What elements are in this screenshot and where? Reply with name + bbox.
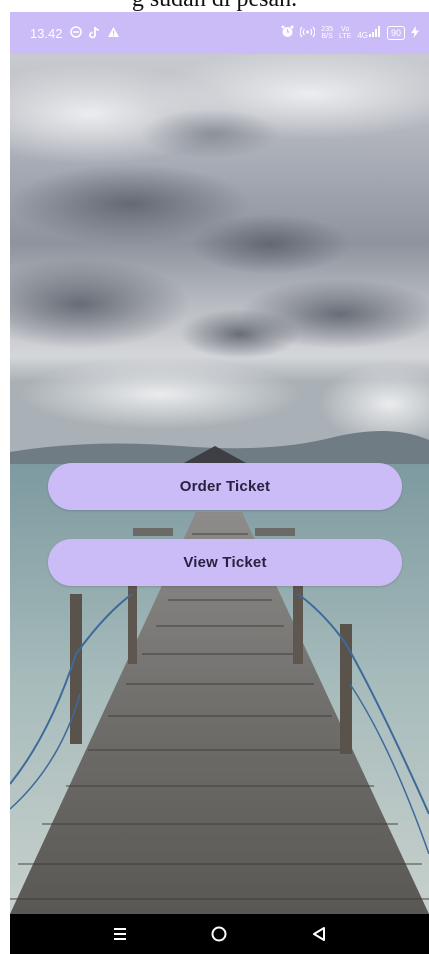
hotspot-icon [300, 26, 316, 41]
home-icon[interactable] [204, 919, 234, 949]
minus-circle-icon [69, 26, 82, 40]
network-type: 4G [357, 26, 381, 40]
battery-indicator: 90 [386, 26, 405, 40]
recents-icon[interactable] [105, 919, 135, 949]
status-bar: 13.42 235 B/S Vo LTE 4G 90 [10, 12, 429, 54]
tiktok-icon [88, 26, 100, 41]
main-content: Order Ticket View Ticket [10, 54, 429, 914]
charging-icon [411, 25, 419, 41]
volte-indicator: Vo LTE [338, 26, 352, 40]
status-left: 13.42 [30, 26, 120, 41]
order-ticket-button[interactable]: Order Ticket [48, 463, 402, 510]
phone-screen: 13.42 235 B/S Vo LTE 4G 90 Order Ticket … [10, 12, 429, 954]
back-icon[interactable] [304, 919, 334, 949]
caption-text: g sudah di pesan. [0, 0, 429, 12]
alarm-icon [281, 25, 294, 41]
navigation-bar [10, 914, 429, 954]
status-time: 13.42 [30, 25, 63, 41]
warning-icon [107, 26, 120, 40]
view-ticket-button[interactable]: View Ticket [48, 539, 402, 586]
signal-icon [368, 26, 381, 40]
status-right: 235 B/S Vo LTE 4G 90 [281, 25, 419, 41]
network-speed: 235 B/S [321, 26, 333, 40]
